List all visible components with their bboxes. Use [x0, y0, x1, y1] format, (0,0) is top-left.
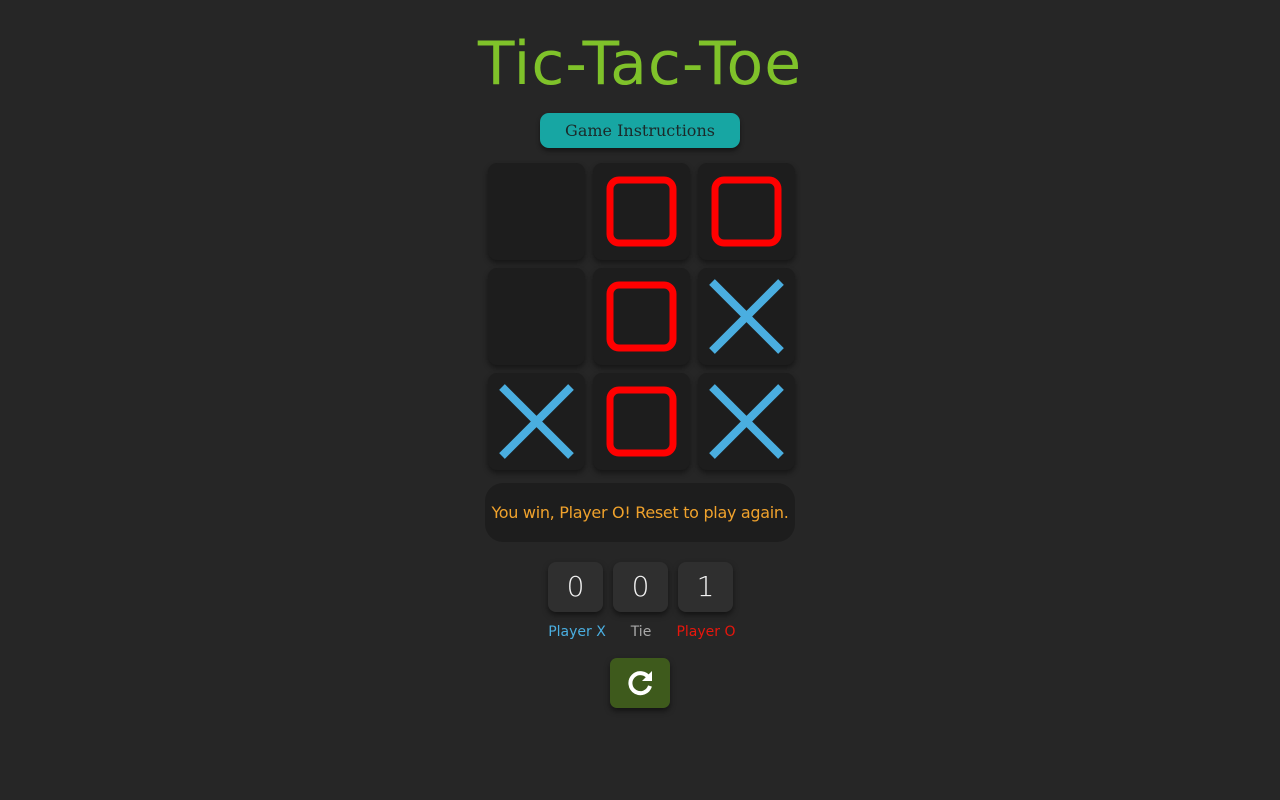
refresh-icon	[628, 671, 652, 696]
o-mark-icon	[711, 176, 782, 247]
game-title: Tic-Tac-Toe	[477, 29, 803, 99]
board-cell-6[interactable]	[698, 268, 795, 365]
board-cell-4[interactable]	[488, 268, 585, 365]
board-cell-7[interactable]	[488, 373, 585, 470]
board-cell-5[interactable]	[593, 268, 690, 365]
board-cell-8[interactable]	[593, 373, 690, 470]
board-cell-9[interactable]	[698, 373, 795, 470]
score-tie: 0	[613, 562, 668, 612]
board-cell-3[interactable]	[698, 163, 795, 260]
o-mark-icon	[606, 281, 677, 352]
score-player-o: 1	[678, 562, 733, 612]
game-instructions-button[interactable]: Game Instructions	[540, 113, 740, 148]
x-mark-icon	[709, 384, 784, 459]
o-mark-icon	[606, 176, 677, 247]
x-mark-icon	[709, 279, 784, 354]
game-app: Tic-Tac-Toe Game Instructions You win, P…	[0, 0, 1280, 800]
game-status-message: You win, Player O! Reset to play again.	[485, 483, 795, 542]
reset-button[interactable]	[610, 658, 670, 708]
game-board	[488, 163, 795, 470]
o-mark-icon	[606, 386, 677, 457]
score-player-x: 0	[548, 562, 603, 612]
board-cell-2[interactable]	[593, 163, 690, 260]
board-cell-1[interactable]	[488, 163, 585, 260]
score-label-player-o: Player O	[676, 624, 736, 640]
x-mark-icon	[499, 384, 574, 459]
